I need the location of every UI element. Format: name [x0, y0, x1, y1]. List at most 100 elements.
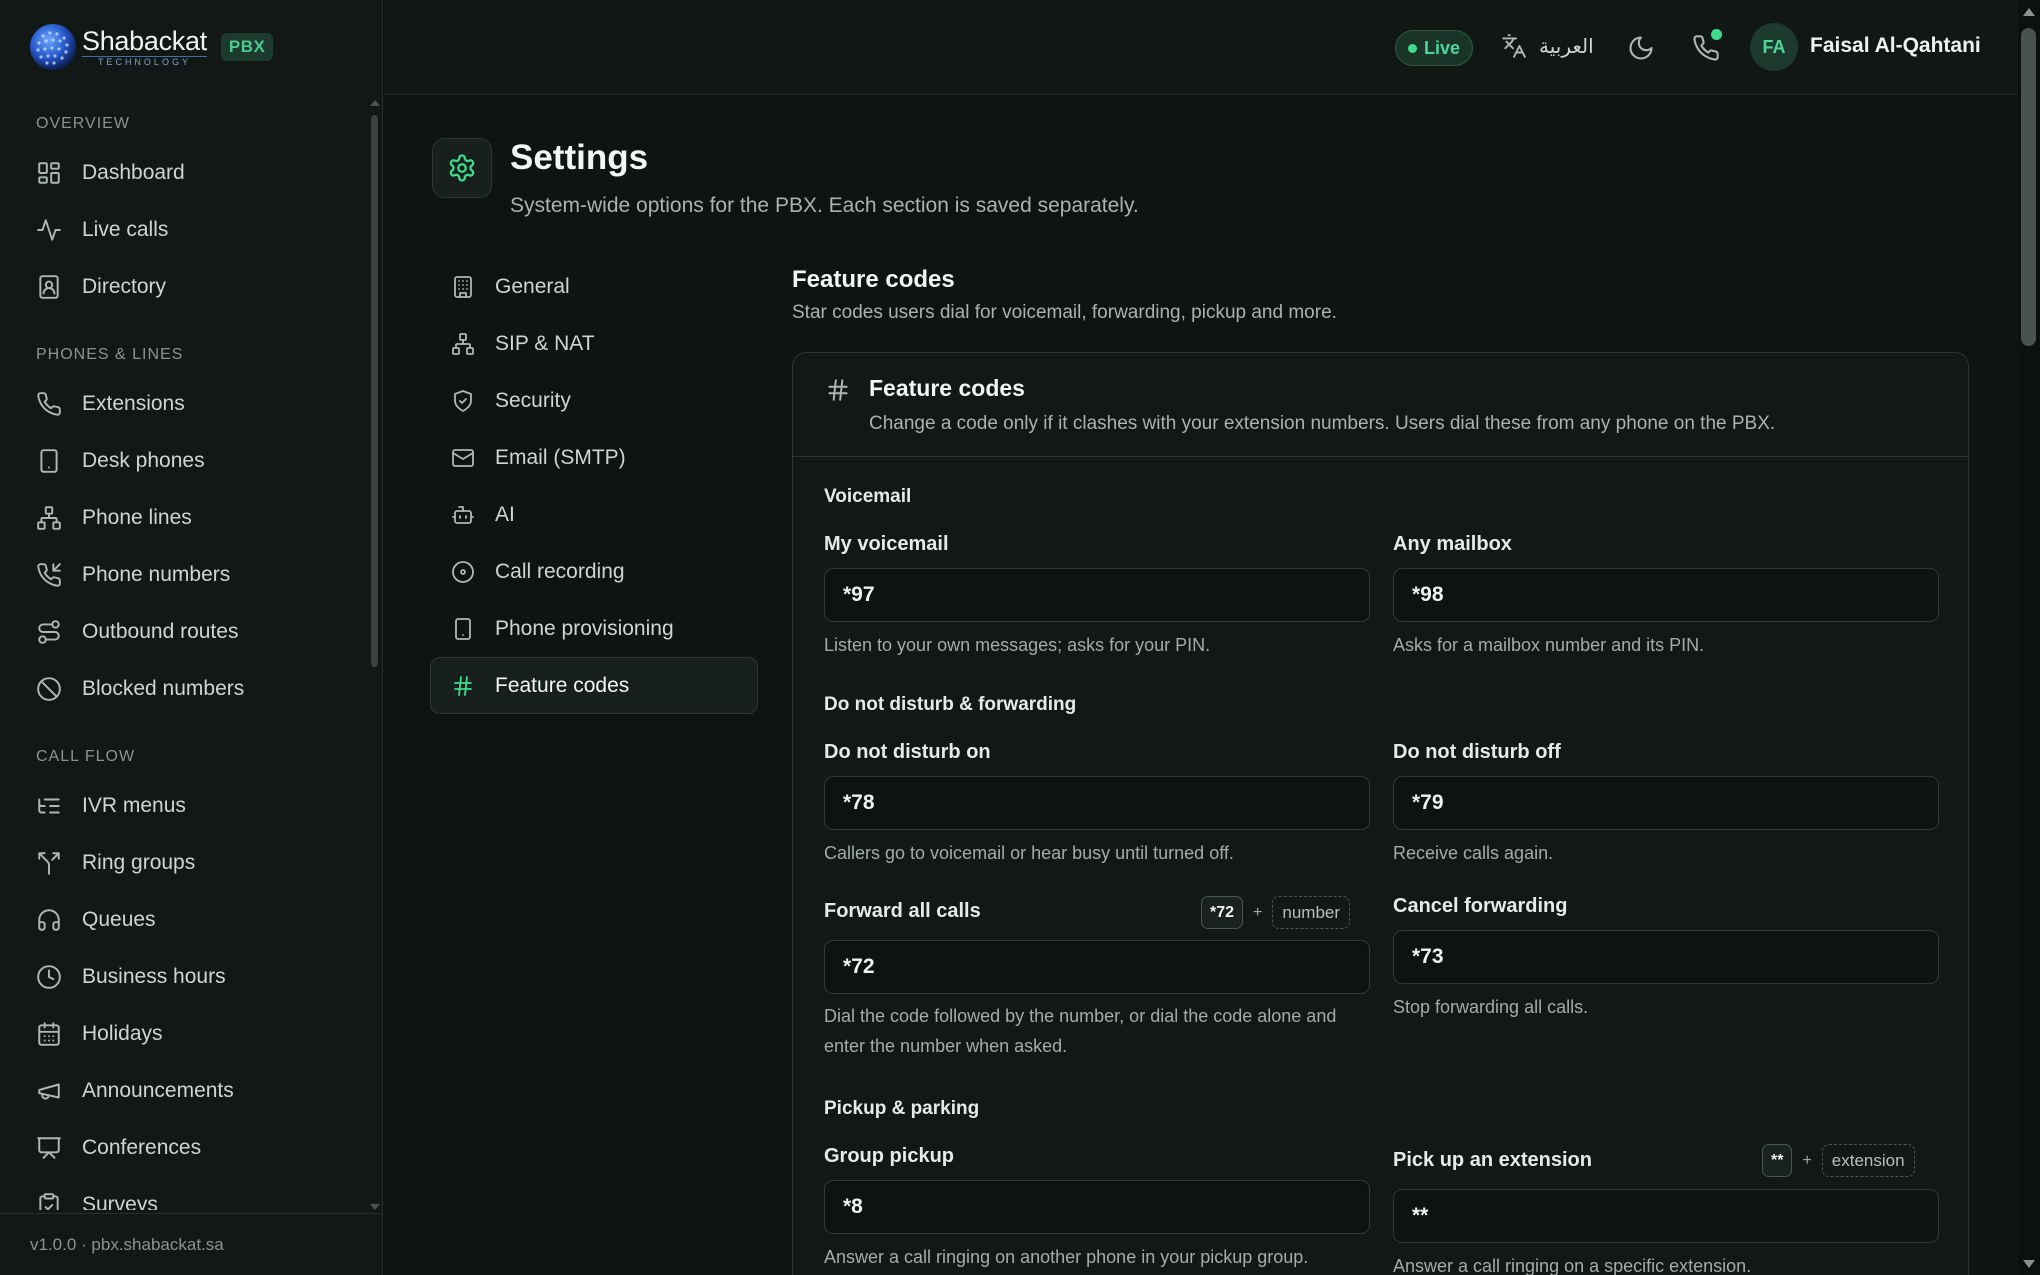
tab-label: Call recording: [495, 559, 625, 583]
page-scrollbar-thumb[interactable]: [2021, 28, 2036, 346]
language-toggle-button[interactable]: العربية: [1501, 33, 1594, 59]
sidebar-item-ring-groups[interactable]: Ring groups: [0, 834, 372, 891]
sidebar-item-holidays[interactable]: Holidays: [0, 1005, 372, 1062]
dnd-on-input[interactable]: *78: [824, 776, 1370, 830]
forward-all-input[interactable]: *72: [824, 940, 1370, 994]
group-title-dnd: Do not disturb & forwarding: [824, 694, 1077, 715]
sidebar-item-extensions[interactable]: Extensions: [0, 375, 372, 432]
sidebar-item-blocked-numbers[interactable]: Blocked numbers: [0, 660, 372, 717]
split-icon: [38, 851, 60, 875]
brand-logo[interactable]: Shabackat TECHNOLOGY PBX: [28, 18, 274, 76]
phone-incoming-icon: [37, 562, 61, 587]
network-icon: [452, 332, 474, 355]
sidebar-item-directory[interactable]: Directory: [0, 258, 372, 315]
sidebar-item-business-hours[interactable]: Business hours: [0, 948, 372, 1005]
live-dot-icon: [1408, 43, 1417, 53]
sidebar-item-label: Extensions: [82, 391, 185, 415]
group-title-pickup: Pickup & parking: [824, 1098, 980, 1119]
sidebar-item-surveys[interactable]: Surveys: [0, 1176, 372, 1210]
gear-icon: [449, 154, 475, 182]
disc-icon: [452, 560, 474, 583]
pickup-extension-hint: ** + extension: [1762, 1144, 1915, 1177]
sidebar-scroll-up[interactable]: [370, 100, 380, 106]
sidebar-item-ivr-menus[interactable]: IVR menus: [0, 777, 372, 834]
group-pickup-input[interactable]: *8: [824, 1180, 1370, 1234]
tab-general[interactable]: General: [430, 258, 758, 315]
pickup-extension-input[interactable]: **: [1393, 1189, 1939, 1243]
presentation-icon: [37, 1136, 61, 1159]
sidebar-scrollbar[interactable]: [371, 115, 378, 667]
tab-phone-provisioning[interactable]: Phone provisioning: [430, 600, 758, 657]
sidebar-item-queues[interactable]: Queues: [0, 891, 372, 948]
sidebar-item-phone-numbers[interactable]: Phone numbers: [0, 546, 372, 603]
card-title: Feature codes: [869, 375, 1025, 401]
page-title: Settings: [510, 138, 649, 177]
sidebar-item-label: Desk phones: [82, 448, 205, 472]
avatar[interactable]: FA: [1750, 23, 1798, 71]
sidebar: Shabackat TECHNOLOGY PBX OVERVIEW Dashbo…: [0, 0, 383, 1275]
dnd-off-label: Do not disturb off: [1393, 741, 1561, 763]
dnd-on-label: Do not disturb on: [824, 741, 991, 763]
tab-label: Email (SMTP): [495, 445, 626, 469]
ban-icon: [37, 676, 61, 701]
sidebar-item-label: Surveys: [82, 1192, 158, 1211]
sidebar-item-phone-lines[interactable]: Phone lines: [0, 489, 372, 546]
tab-label: General: [495, 274, 570, 298]
pbx-badge: PBX: [220, 33, 274, 61]
tab-security[interactable]: Security: [430, 372, 758, 429]
live-status-badge: Live: [1395, 30, 1474, 66]
user-name[interactable]: Faisal Al-Qahtani: [1810, 34, 1981, 58]
sidebar-item-dashboard[interactable]: Dashboard: [0, 144, 372, 201]
sidebar-item-label: Dashboard: [82, 160, 185, 184]
group-pickup-label: Group pickup: [824, 1145, 954, 1167]
group-pickup-help: Answer a call ringing on another phone i…: [824, 1247, 1309, 1267]
pickup-extension-label: Pick up an extension: [1393, 1149, 1592, 1171]
sidebar-item-outbound-routes[interactable]: Outbound routes: [0, 603, 372, 660]
sidebar-item-label: Conferences: [82, 1135, 202, 1159]
sidebar-item-label: Holidays: [82, 1021, 163, 1045]
sidebar-item-live-calls[interactable]: Live calls: [0, 201, 372, 258]
brand-name: Shabackat: [82, 25, 207, 56]
tab-call-recording[interactable]: Call recording: [430, 543, 758, 600]
settings-subnav: General SIP & NAT Security Email (SMTP) …: [430, 258, 758, 714]
moon-icon[interactable]: [1627, 34, 1655, 62]
card-description: Change a code only if it clashes with yo…: [869, 413, 1776, 434]
my-voicemail-input[interactable]: *97: [824, 568, 1370, 622]
nav-group-title: PHONES & LINES: [36, 346, 184, 363]
section-title: Feature codes: [792, 266, 955, 293]
hint-code-badge: **: [1762, 1144, 1793, 1177]
hash-icon: [454, 675, 472, 696]
network-icon: [37, 505, 61, 530]
tab-sip-nat[interactable]: SIP & NAT: [430, 315, 758, 372]
mail-icon: [452, 448, 474, 467]
sidebar-item-announcements[interactable]: Announcements: [0, 1062, 372, 1119]
sidebar-item-label: Live calls: [82, 217, 169, 241]
any-mailbox-input[interactable]: *98: [1393, 568, 1939, 622]
group-title-voicemail: Voicemail: [824, 486, 912, 507]
my-voicemail-help: Listen to your own messages; asks for yo…: [824, 635, 1211, 655]
nav-group-title: OVERVIEW: [36, 115, 130, 132]
sidebar-item-label: Ring groups: [82, 850, 196, 874]
dnd-off-input[interactable]: *79: [1393, 776, 1939, 830]
topbar: Live العربية FA Faisal Al-Qahtani: [384, 0, 2018, 95]
hint-code-badge: *72: [1201, 896, 1244, 929]
live-label: Live: [1424, 37, 1461, 58]
my-voicemail-label: My voicemail: [824, 533, 949, 555]
forward-all-label: Forward all calls: [824, 900, 981, 922]
sidebar-item-label: IVR menus: [82, 793, 186, 817]
section-subtitle: Star codes users dial for voicemail, for…: [792, 302, 1337, 323]
sidebar-scroll-down[interactable]: [370, 1204, 380, 1210]
tab-email-smtp[interactable]: Email (SMTP): [430, 429, 758, 486]
hash-icon: [828, 379, 848, 401]
page-scroll-down[interactable]: [2023, 1260, 2035, 1268]
settings-page-icon: [432, 138, 492, 198]
cancel-forward-input[interactable]: *73: [1393, 930, 1939, 984]
sidebar-item-desk-phones[interactable]: Desk phones: [0, 432, 372, 489]
tab-feature-codes[interactable]: Feature codes: [430, 657, 758, 714]
sidebar-item-conferences[interactable]: Conferences: [0, 1119, 372, 1176]
page-scroll-up[interactable]: [2023, 8, 2035, 16]
clock-icon: [37, 964, 61, 989]
tab-label: SIP & NAT: [495, 331, 595, 355]
shield-icon: [454, 389, 472, 412]
tab-ai[interactable]: AI: [430, 486, 758, 543]
